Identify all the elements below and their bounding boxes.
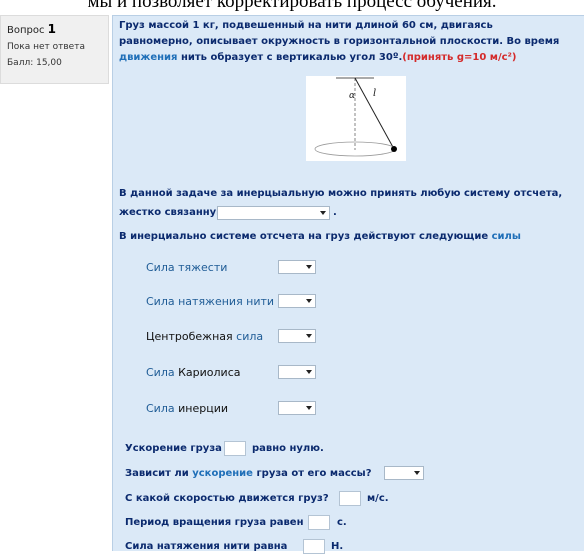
chevron-down-icon [414,471,420,475]
chevron-down-icon [306,299,312,303]
pendulum-bob [391,146,397,152]
centrifugal-word: Центробежная [146,330,233,343]
question-label: Вопрос [7,25,45,36]
force-word: сила [236,330,264,343]
q3-text-a: С какой скоростью движется груз? [125,493,329,504]
force-select-coriolis[interactable] [278,365,316,379]
force-select-tension[interactable] [278,294,316,308]
inertia-word: инерции [178,402,228,415]
inertial-line-3-text: В инерциально системе отсчета на груз де… [119,231,489,242]
chevron-down-icon [306,265,312,269]
speed-input[interactable] [339,491,361,506]
inertial-line-3: В инерциально системе отсчета на груз де… [119,230,521,244]
coriolis-word: Кариолиса [178,366,241,379]
force-select-inertia[interactable] [278,401,316,415]
q2-part-c: груза от его массы? [256,468,372,479]
pendulum-figure: α l [306,76,406,161]
force-label-tension: Сила натяжения нити [146,295,275,308]
problem-line-2: равномерно, описывает окружность в гориз… [119,36,560,47]
q5-text-a: Сила натяжения нити равна [125,541,288,552]
q2-part-a: Зависит ли [125,468,189,479]
q1-text-b: равно нулю. [252,443,324,454]
angle-label: α [349,91,355,101]
acceleration-input[interactable] [224,441,246,456]
chevron-down-icon [306,334,312,338]
question-score: Балл: 15,00 [7,58,62,68]
tension-input[interactable] [303,539,325,554]
problem-line-1: Груз массой 1 кг, подвешенный на нити дл… [119,20,493,31]
chevron-down-icon [306,406,312,410]
q2-text: Зависит ли ускорение груза от его массы? [125,467,372,481]
period-input[interactable] [308,515,330,530]
page-top-text: мы и позволяет корректировать процесс об… [87,0,497,12]
inertial-line-2-end: . [333,207,337,218]
q2-keyword: ускорение [192,468,253,479]
question-number-value: 1 [47,22,57,36]
mass-dependence-select[interactable] [384,466,424,480]
forces-keyword: силы [491,231,521,242]
q4-text-b: с. [337,517,347,528]
problem-line-3: движения нить образует с вертикалью угол… [119,51,517,65]
force-word: Сила [146,402,175,415]
pendulum-diagram: α l [314,77,397,157]
force-select-gravity[interactable] [278,260,316,274]
q4-text-a: Период вращения груза равен [125,517,304,528]
chevron-down-icon [306,370,312,374]
force-label-inertia: Сила инерции [146,402,228,415]
q1-text-a: Ускорение груза [125,443,222,454]
question-number: Вопрос 1 [7,22,102,36]
problem-g-note: (принять g=10 м/с²) [402,52,517,63]
answer-status: Пока нет ответа [7,42,85,52]
chevron-down-icon [320,211,326,215]
force-word: Сила [146,366,175,379]
q3-text-b: м/с. [367,493,389,504]
q5-text-b: Н. [331,541,344,552]
question-content: Груз массой 1 кг, подвешенный на нити дл… [112,15,584,554]
problem-text: нить образует с вертикалью угол 30º. [177,52,403,63]
inertial-line-1: В данной задаче за инерцыальную можно пр… [119,188,563,199]
length-label: l [373,88,376,99]
force-label-gravity: Сила тяжести [146,261,228,274]
force-label-centrifugal: Центробежная сила [146,330,263,343]
force-select-centrifugal[interactable] [278,329,316,343]
question-info-panel: Вопрос 1 Пока нет ответа Балл: 15,00 [0,15,109,84]
force-label-coriolis: Сила Кариолиса [146,366,241,379]
problem-keyword: движения [119,52,178,63]
reference-frame-select[interactable] [217,206,330,220]
